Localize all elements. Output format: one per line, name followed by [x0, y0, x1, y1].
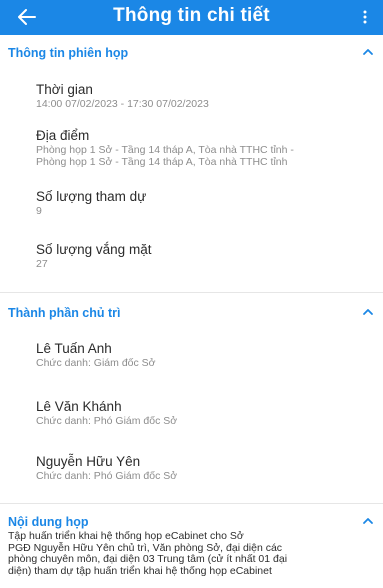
chevron-up-icon[interactable]	[361, 515, 375, 527]
item-value: Phòng họp 1 Sở - Tầng 14 tháp A, Tòa nhà…	[36, 144, 294, 156]
section-divider	[0, 292, 383, 293]
section-header-meeting-info[interactable]: Thông tin phiên họp	[0, 43, 383, 65]
section-title: Thành phần chủ trì	[8, 306, 121, 320]
more-vertical-icon	[363, 10, 367, 24]
chevron-up-icon[interactable]	[361, 306, 375, 318]
person-name: Lê Văn Khánh	[36, 399, 122, 414]
section-header-chairs[interactable]: Thành phần chủ trì	[0, 303, 383, 325]
person-name: Lê Tuấn Anh	[36, 341, 112, 356]
list-item-chair: Lê Tuấn Anh Chức danh: Giám đốc Sở	[36, 340, 381, 369]
list-item-chair: Lê Văn Khánh Chức danh: Phó Giám đốc Sở	[36, 398, 381, 427]
person-role: Chức danh: Phó Giám đốc Sở	[36, 415, 178, 427]
section-title: Nội dung họp	[8, 515, 89, 529]
person-role: Chức danh: Giám đốc Sở	[36, 357, 156, 369]
app-bar: Thông tin chi tiết	[0, 0, 383, 35]
screen: Thông tin chi tiết Thông tin phiên họp T…	[0, 0, 383, 588]
info-item-attendees: Số lượng tham dự 9	[36, 188, 381, 217]
page-title: Thông tin chi tiết	[113, 5, 270, 26]
info-item-time: Thời gian 14:00 07/02/2023 - 17:30 07/02…	[36, 81, 381, 110]
item-value: Phòng họp 1 Sở - Tầng 14 tháp A, Tòa nhà…	[36, 156, 288, 168]
section-title: Thông tin phiên họp	[8, 46, 129, 60]
info-item-absent: Số lượng vắng mặt 27	[36, 241, 381, 270]
section-divider	[0, 503, 383, 504]
item-value: 27	[36, 258, 48, 270]
person-role: Chức danh: Phó Giám đốc Sở	[36, 470, 178, 482]
item-label: Số lượng tham dự	[36, 189, 147, 204]
item-value: 14:00 07/02/2023 - 17:30 07/02/2023	[36, 98, 209, 110]
content-line: diện) tham dự tập huấn triển khai hệ thố…	[8, 564, 272, 577]
person-name: Nguyễn Hữu Yên	[36, 454, 141, 469]
list-item-chair: Nguyễn Hữu Yên Chức danh: Phó Giám đốc S…	[36, 453, 381, 482]
chevron-up-icon[interactable]	[361, 46, 375, 58]
content-line: Tập huấn triển khai hệ thống họp eCabine…	[8, 530, 244, 542]
item-label: Địa điểm	[36, 128, 90, 143]
more-options-button[interactable]	[355, 3, 375, 31]
info-item-location: Địa điểm Phòng họp 1 Sở - Tầng 14 tháp A…	[36, 127, 381, 168]
item-value: 9	[36, 205, 42, 217]
item-label: Số lượng vắng mặt	[36, 242, 152, 257]
item-label: Thời gian	[36, 82, 93, 97]
meeting-content-text: Tập huấn triển khai hệ thống họp eCabine…	[8, 530, 378, 577]
